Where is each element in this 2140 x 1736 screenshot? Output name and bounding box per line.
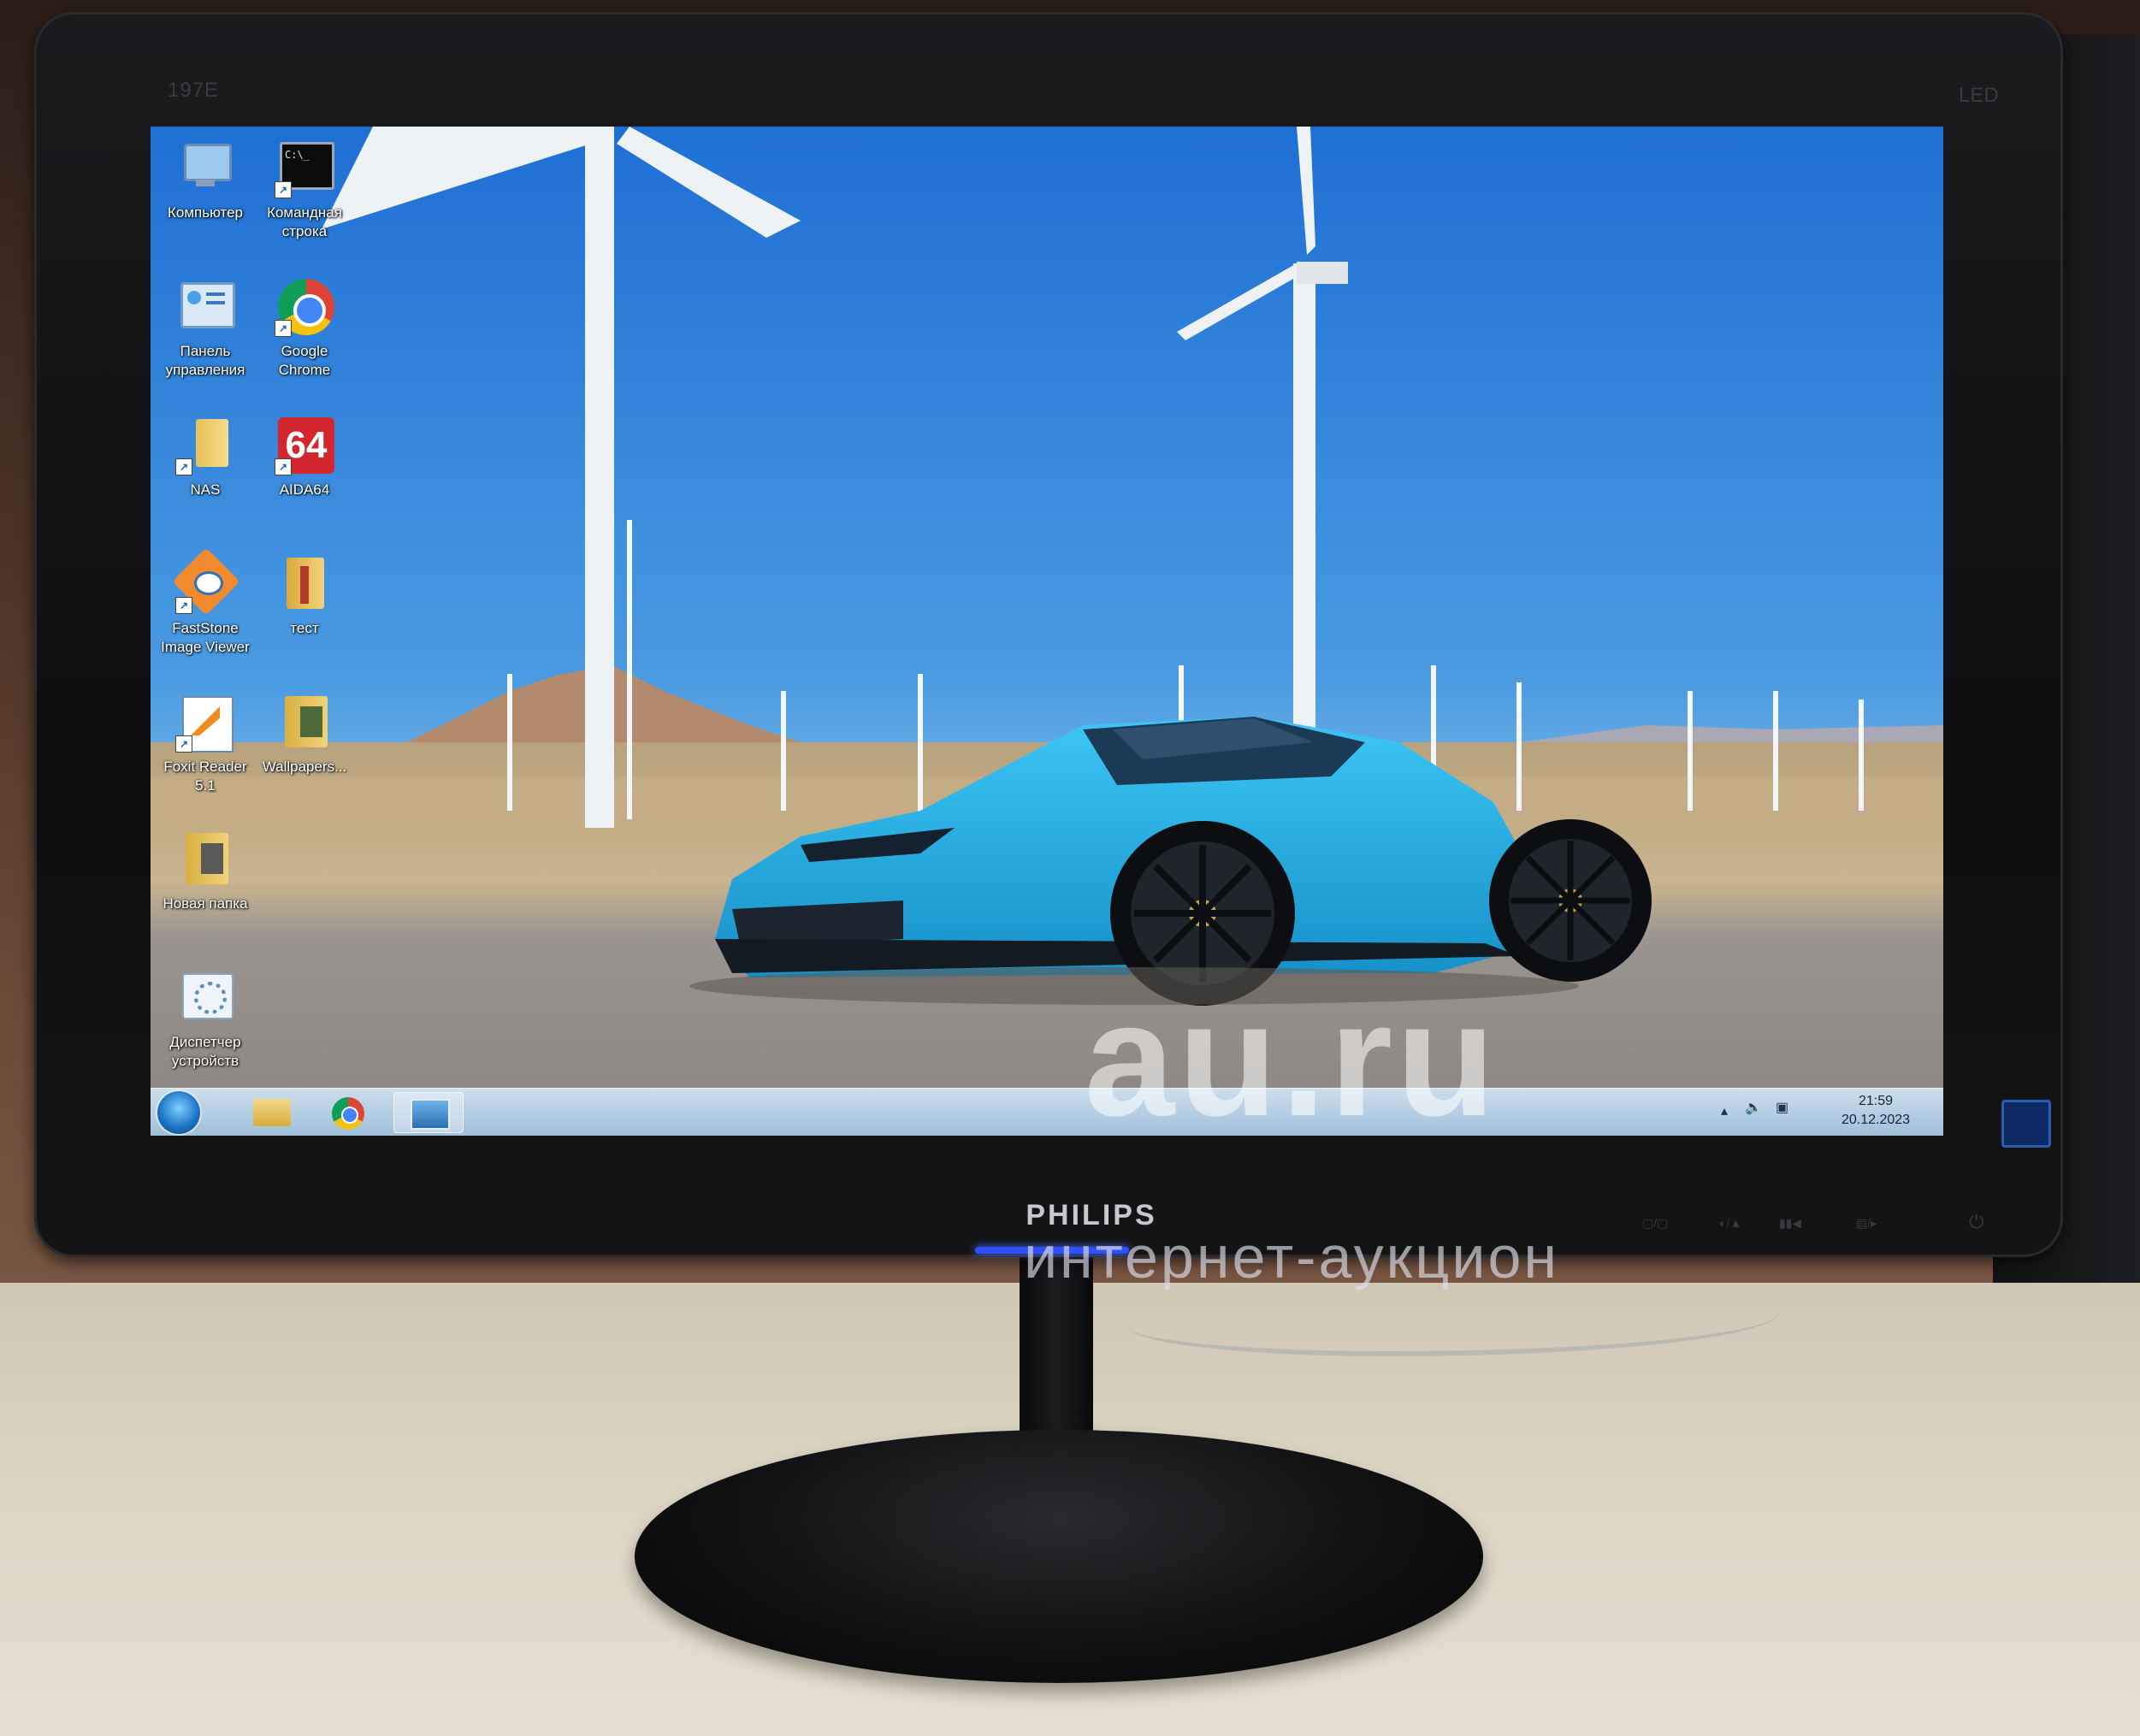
monitor-button-2[interactable]: ◐/▲ bbox=[1719, 1216, 1750, 1230]
desktop-icon-faststone[interactable]: ↗ FastStone Image Viewer bbox=[154, 547, 257, 657]
image-viewer-icon bbox=[411, 1099, 450, 1130]
monitor-button-4[interactable]: ▤/▸ bbox=[1856, 1216, 1887, 1230]
desktop-icon-wallpapers[interactable]: Wallpapers... bbox=[253, 693, 356, 776]
monitor-button-1[interactable]: ▢/▢ bbox=[1642, 1216, 1673, 1230]
desktop-icon-command-prompt[interactable]: C:\_ ↗ Командная строка bbox=[253, 139, 356, 241]
device-manager-icon bbox=[175, 968, 235, 1028]
clock-date: 20.12.2023 bbox=[1841, 1113, 1911, 1127]
taskbar-image-viewer-button[interactable] bbox=[393, 1092, 464, 1133]
desktop-icon-aida64[interactable]: 64 ↗ AIDA64 bbox=[253, 416, 356, 499]
faststone-icon: ↗ bbox=[172, 547, 240, 616]
desktop-icon-control-panel[interactable]: Панель управления bbox=[154, 277, 257, 380]
network-icon[interactable]: ▣ bbox=[1776, 1099, 1788, 1116]
desktop-icon-new-folder[interactable]: Новая папка bbox=[154, 830, 257, 913]
desktop-icon-test-folder[interactable]: тест bbox=[253, 554, 356, 638]
desktop-icon-google-chrome[interactable]: ↗ Google Chrome bbox=[253, 277, 356, 380]
model-label: 197E bbox=[168, 79, 220, 102]
taskbar-clock[interactable]: 21:59 20.12.2023 bbox=[1829, 1092, 1923, 1130]
command-prompt-icon: C:\_ ↗ bbox=[275, 139, 334, 198]
folder-icon bbox=[253, 1099, 291, 1126]
power-icon[interactable]: ⏻ bbox=[1969, 1211, 1983, 1233]
monitor-stand-base bbox=[635, 1430, 1483, 1683]
led-label: LED bbox=[1959, 84, 1999, 107]
folder-icon: ↗ bbox=[175, 416, 235, 475]
show-hidden-arrow-icon[interactable]: ▴ bbox=[1721, 1102, 1728, 1119]
computer-icon bbox=[175, 139, 235, 198]
desktop-icon-nas[interactable]: ↗ NAS bbox=[154, 416, 257, 499]
foxit-reader-icon: ↗ bbox=[175, 693, 235, 753]
photo-scene: 197E LED PHILIPS ▢/▢ ◐/▲ ▮▮◀ ▤/▸ ⏻ Компь… bbox=[0, 0, 2140, 1736]
energy-star-icon bbox=[2001, 1100, 2051, 1148]
folder-icon bbox=[275, 693, 334, 753]
folder-icon bbox=[175, 830, 235, 889]
desktop-icon-computer[interactable]: Компьютер bbox=[154, 139, 257, 222]
control-panel-icon bbox=[175, 277, 235, 337]
aida64-icon: 64 ↗ bbox=[275, 416, 334, 475]
watermark-logo: au.ru bbox=[1084, 969, 1499, 1150]
volume-icon[interactable]: 🔈 bbox=[1745, 1099, 1762, 1116]
monitor-button-3[interactable]: ▮▮◀ bbox=[1779, 1216, 1810, 1230]
chrome-icon: ↗ bbox=[275, 277, 334, 337]
folder-icon bbox=[275, 554, 334, 614]
taskbar-chrome-button[interactable] bbox=[313, 1092, 383, 1133]
clock-time: 21:59 bbox=[1858, 1094, 1894, 1108]
windows-orb-icon[interactable] bbox=[157, 1091, 200, 1134]
desktop-icon-device-manager[interactable]: Диспетчер устройств bbox=[154, 968, 257, 1071]
desktop-icon-foxit-reader[interactable]: ↗ Foxit Reader 5.1 bbox=[154, 693, 257, 795]
watermark-subtitle: интернет-аукцион bbox=[1023, 1224, 1560, 1290]
taskbar-explorer-button[interactable] bbox=[236, 1092, 306, 1133]
